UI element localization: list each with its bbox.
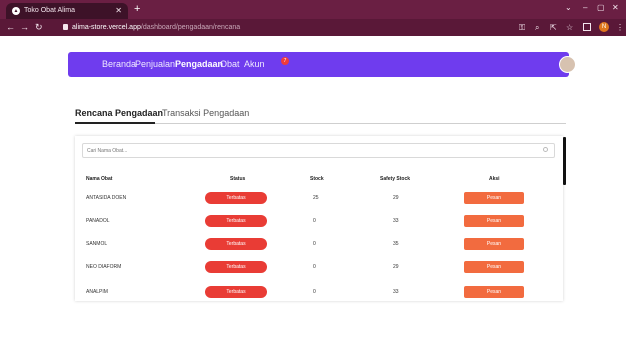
url-host: alima-store.vercel.app: [72, 24, 141, 31]
reload-icon[interactable]: ↻: [35, 22, 43, 33]
menu-icon[interactable]: ⋮: [616, 22, 624, 33]
app-logo-icon: ▲: [12, 7, 20, 15]
drug-name: ANTASIDA DOEN: [86, 195, 127, 201]
col-header-name: Nama Obat: [86, 176, 113, 182]
drug-name: PANADOL: [86, 218, 110, 224]
table-row: ANTASIDA DOEN Terbatas 25 29 Pesan: [75, 192, 563, 208]
stock-value: 0: [313, 241, 316, 247]
new-tab-button[interactable]: +: [134, 2, 140, 16]
search-icon[interactable]: [543, 147, 548, 152]
stock-value: 0: [313, 264, 316, 270]
status-badge: Terbatas: [205, 238, 267, 250]
user-role-label: Pemilik: [580, 60, 606, 69]
table-row: ANALPIM Terbatas 0 33 Pesan: [75, 286, 563, 301]
table-row: NEO DIAFORM Terbatas 0 29 Pesan: [75, 261, 563, 277]
order-button[interactable]: Pesan: [464, 215, 524, 227]
order-button[interactable]: Pesan: [464, 286, 524, 298]
status-badge: Terbatas: [205, 286, 267, 298]
nav-obat[interactable]: Obat: [220, 52, 240, 77]
col-header-safety-stock: Safety Stock: [380, 176, 411, 182]
avatar[interactable]: [559, 56, 576, 73]
table-row: SANMOL Terbatas 0 35 Pesan: [75, 238, 563, 254]
table-row: PANADOL Terbatas 0 33 Pesan: [75, 215, 563, 231]
nav-akun[interactable]: Akun: [244, 52, 265, 77]
nav-penjualan[interactable]: Penjualan: [135, 52, 175, 77]
stock-value: 0: [313, 289, 316, 295]
status-badge: Terbatas: [205, 215, 267, 227]
order-button[interactable]: Pesan: [464, 261, 524, 273]
status-badge: Terbatas: [205, 192, 267, 204]
back-icon[interactable]: ←: [6, 22, 15, 33]
tab-title: Toko Obat Alima: [24, 7, 75, 14]
drug-name: NEO DIAFORM: [86, 264, 122, 270]
url-field[interactable]: alima-store.vercel.app/dashboard/pengada…: [72, 22, 240, 33]
status-badge: Terbatas: [205, 261, 267, 273]
address-bar: ← → ↻ alima-store.vercel.app/dashboard/p…: [0, 19, 626, 36]
order-button[interactable]: Pesan: [464, 192, 524, 204]
star-icon[interactable]: ☆: [566, 22, 573, 33]
minimize-icon[interactable]: –: [583, 3, 587, 12]
zoom-icon[interactable]: ⌕: [535, 22, 539, 33]
safety-stock-value: 29: [393, 264, 399, 270]
tab-rencana-pengadaan[interactable]: Rencana Pengadaan: [75, 108, 163, 118]
notification-badge: 7: [281, 57, 289, 65]
procurement-card: Nama Obat Status Stock Safety Stock Aksi…: [75, 136, 563, 301]
stock-value: 0: [313, 218, 316, 224]
col-header-action: Aksi: [489, 176, 500, 182]
share-icon[interactable]: ⇱: [550, 22, 557, 33]
order-button[interactable]: Pesan: [464, 238, 524, 250]
drug-name: ANALPIM: [86, 289, 108, 295]
safety-stock-value: 35: [393, 241, 399, 247]
close-window-icon[interactable]: ✕: [612, 3, 619, 12]
close-tab-icon[interactable]: ✕: [115, 3, 122, 19]
extension-icon[interactable]: [583, 23, 591, 31]
key-icon[interactable]: ⚿: [519, 22, 525, 33]
col-header-status: Status: [230, 176, 246, 182]
search-input[interactable]: [82, 143, 555, 158]
safety-stock-value: 33: [393, 289, 399, 295]
tab-transaksi-pengadaan[interactable]: Transaksi Pengadaan: [162, 108, 249, 118]
nav-beranda[interactable]: Beranda: [102, 52, 136, 77]
browser-tab-bar: ▲ Toko Obat Alima ✕ + ⌄ – ▢ ✕: [0, 0, 626, 19]
safety-stock-value: 33: [393, 218, 399, 224]
browser-tab[interactable]: ▲ Toko Obat Alima ✕: [6, 3, 128, 19]
forward-icon[interactable]: →: [20, 22, 29, 33]
tab-search-icon[interactable]: ⌄: [565, 3, 572, 12]
active-tab-indicator: [75, 122, 155, 124]
col-header-stock: Stock: [310, 176, 324, 182]
scrollbar[interactable]: [563, 137, 566, 185]
lock-icon: [63, 24, 68, 30]
url-path: /dashboard/pengadaan/rencana: [140, 24, 241, 31]
safety-stock-value: 29: [393, 195, 399, 201]
profile-icon[interactable]: N: [599, 22, 609, 32]
nav-pengadaan[interactable]: Pengadaan: [175, 52, 223, 77]
stock-value: 25: [313, 195, 319, 201]
app-navbar: Beranda Penjualan Pengadaan 7 Obat Akun …: [68, 52, 606, 77]
drug-name: SANMOL: [86, 241, 108, 247]
maximize-icon[interactable]: ▢: [597, 3, 605, 12]
